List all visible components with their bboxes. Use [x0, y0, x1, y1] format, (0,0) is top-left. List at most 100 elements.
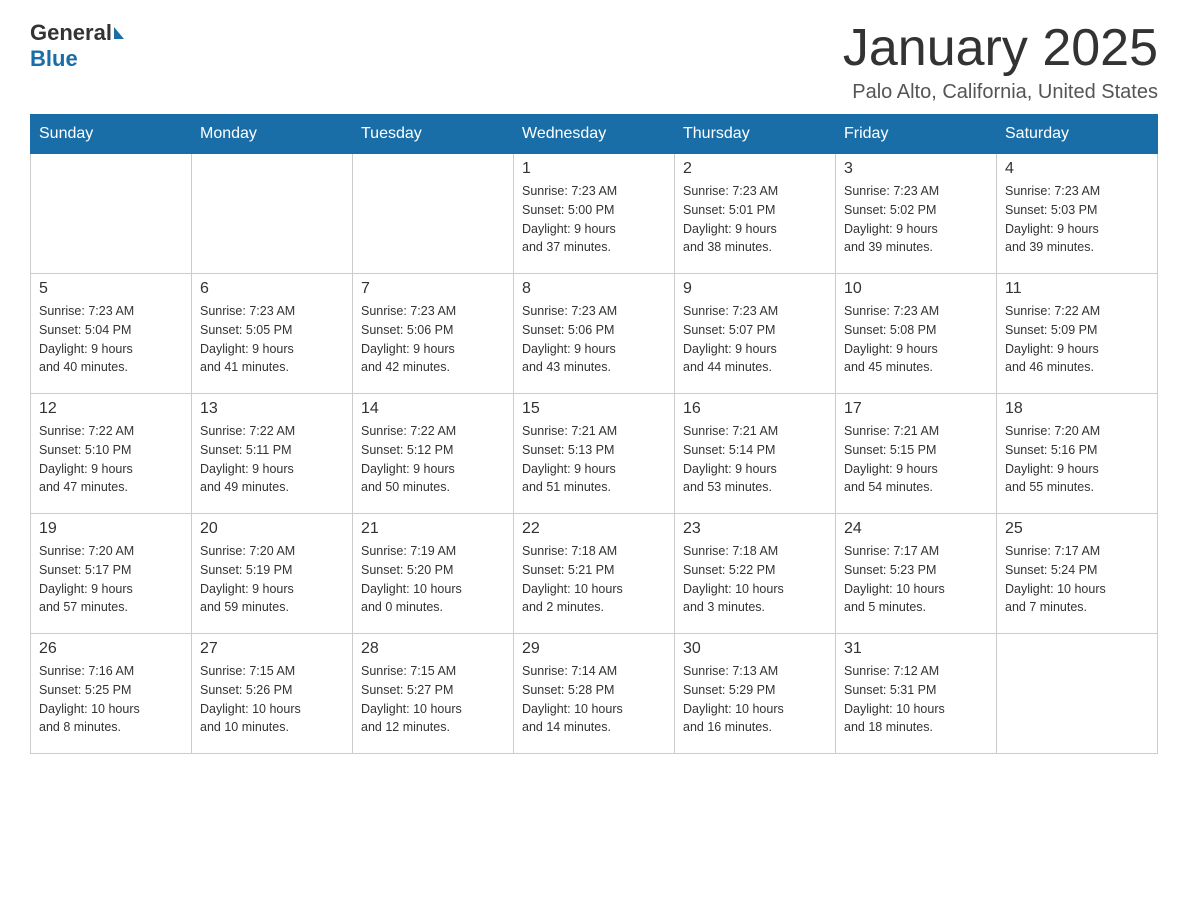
calendar-cell: 8 Sunrise: 7:23 AMSunset: 5:06 PMDaylight… — [514, 274, 675, 394]
day-info: Sunrise: 7:16 AMSunset: 5:25 PMDaylight:… — [39, 662, 183, 737]
calendar-cell: 23Sunrise: 7:18 AMSunset: 5:22 PMDayligh… — [675, 514, 836, 634]
day-number: 26 — [39, 640, 183, 658]
day-number: 15 — [522, 400, 666, 418]
day-info: Sunrise: 7:23 AMSunset: 5:08 PMDaylight:… — [844, 302, 988, 377]
calendar-cell: 14 Sunrise: 7:22 AMSunset: 5:12 PMDayligh… — [353, 394, 514, 514]
day-number: 4 — [1005, 160, 1149, 178]
weekday-header-friday: Friday — [836, 115, 997, 154]
calendar-week-3: 12 Sunrise: 7:22 AMSunset: 5:10 PMDayligh… — [31, 394, 1158, 514]
calendar-cell: 20 Sunrise: 7:20 AMSunset: 5:19 PMDayligh… — [192, 514, 353, 634]
weekday-header-thursday: Thursday — [675, 115, 836, 154]
calendar-header: SundayMondayTuesdayWednesdayThursdayFrid… — [31, 115, 1158, 154]
day-info: Sunrise: 7:12 AMSunset: 5:31 PMDaylight:… — [844, 662, 988, 737]
day-number: 18 — [1005, 400, 1149, 418]
calendar-cell: 12 Sunrise: 7:22 AMSunset: 5:10 PMDayligh… — [31, 394, 192, 514]
calendar-table: SundayMondayTuesdayWednesdayThursdayFrid… — [30, 114, 1158, 754]
day-number: 5 — [39, 280, 183, 298]
day-info: Sunrise: 7:21 AMSunset: 5:14 PMDaylight:… — [683, 422, 827, 497]
day-info: Sunrise: 7:15 AMSunset: 5:27 PMDaylight:… — [361, 662, 505, 737]
day-number: 21 — [361, 520, 505, 538]
calendar-cell: 3 Sunrise: 7:23 AMSunset: 5:02 PMDaylight… — [836, 154, 997, 274]
day-number: 27 — [200, 640, 344, 658]
weekday-header-sunday: Sunday — [31, 115, 192, 154]
day-number: 14 — [361, 400, 505, 418]
calendar-cell — [31, 154, 192, 274]
day-number: 1 — [522, 160, 666, 178]
day-number: 25 — [1005, 520, 1149, 538]
calendar-week-1: 1Sunrise: 7:23 AMSunset: 5:00 PMDaylight… — [31, 154, 1158, 274]
page-header: General Blue January 2025 Palo Alto, Cal… — [30, 20, 1158, 104]
day-info: Sunrise: 7:22 AMSunset: 5:12 PMDaylight:… — [361, 422, 505, 497]
calendar-cell: 17 Sunrise: 7:21 AMSunset: 5:15 PMDayligh… — [836, 394, 997, 514]
logo-blue-text: Blue — [30, 46, 78, 71]
day-number: 16 — [683, 400, 827, 418]
calendar-cell: 31 Sunrise: 7:12 AMSunset: 5:31 PMDayligh… — [836, 634, 997, 754]
calendar-cell: 2 Sunrise: 7:23 AMSunset: 5:01 PMDaylight… — [675, 154, 836, 274]
day-number: 12 — [39, 400, 183, 418]
calendar-cell: 24Sunrise: 7:17 AMSunset: 5:23 PMDayligh… — [836, 514, 997, 634]
day-info: Sunrise: 7:14 AMSunset: 5:28 PMDaylight:… — [522, 662, 666, 737]
calendar-cell: 28 Sunrise: 7:15 AMSunset: 5:27 PMDayligh… — [353, 634, 514, 754]
calendar-cell: 4 Sunrise: 7:23 AMSunset: 5:03 PMDaylight… — [997, 154, 1158, 274]
day-number: 29 — [522, 640, 666, 658]
day-number: 17 — [844, 400, 988, 418]
day-number: 30 — [683, 640, 827, 658]
day-number: 19 — [39, 520, 183, 538]
day-number: 13 — [200, 400, 344, 418]
calendar-cell: 25Sunrise: 7:17 AMSunset: 5:24 PMDayligh… — [997, 514, 1158, 634]
calendar-cell: 6Sunrise: 7:23 AMSunset: 5:05 PMDaylight… — [192, 274, 353, 394]
calendar-cell: 15Sunrise: 7:21 AMSunset: 5:13 PMDayligh… — [514, 394, 675, 514]
day-info: Sunrise: 7:23 AMSunset: 5:06 PMDaylight:… — [522, 302, 666, 377]
weekday-header-tuesday: Tuesday — [353, 115, 514, 154]
day-info: Sunrise: 7:22 AMSunset: 5:10 PMDaylight:… — [39, 422, 183, 497]
day-info: Sunrise: 7:23 AMSunset: 5:01 PMDaylight:… — [683, 182, 827, 257]
calendar-week-2: 5 Sunrise: 7:23 AMSunset: 5:04 PMDaylight… — [31, 274, 1158, 394]
day-info: Sunrise: 7:17 AMSunset: 5:23 PMDaylight:… — [844, 542, 988, 617]
day-info: Sunrise: 7:23 AMSunset: 5:06 PMDaylight:… — [361, 302, 505, 377]
month-title: January 2025 — [843, 20, 1158, 77]
day-info: Sunrise: 7:20 AMSunset: 5:19 PMDaylight:… — [200, 542, 344, 617]
calendar-cell: 10Sunrise: 7:23 AMSunset: 5:08 PMDayligh… — [836, 274, 997, 394]
calendar-cell: 9Sunrise: 7:23 AMSunset: 5:07 PMDaylight… — [675, 274, 836, 394]
calendar-cell: 18 Sunrise: 7:20 AMSunset: 5:16 PMDayligh… — [997, 394, 1158, 514]
calendar-cell: 5 Sunrise: 7:23 AMSunset: 5:04 PMDaylight… — [31, 274, 192, 394]
calendar-cell: 29 Sunrise: 7:14 AMSunset: 5:28 PMDayligh… — [514, 634, 675, 754]
logo[interactable]: General Blue — [30, 20, 126, 72]
weekday-header-wednesday: Wednesday — [514, 115, 675, 154]
calendar-cell: 26 Sunrise: 7:16 AMSunset: 5:25 PMDayligh… — [31, 634, 192, 754]
calendar-cell: 21Sunrise: 7:19 AMSunset: 5:20 PMDayligh… — [353, 514, 514, 634]
day-number: 11 — [1005, 280, 1149, 298]
day-number: 2 — [683, 160, 827, 178]
weekday-header-monday: Monday — [192, 115, 353, 154]
calendar-cell: 7Sunrise: 7:23 AMSunset: 5:06 PMDaylight… — [353, 274, 514, 394]
logo-arrow-icon — [114, 27, 124, 39]
day-info: Sunrise: 7:20 AMSunset: 5:17 PMDaylight:… — [39, 542, 183, 617]
day-number: 31 — [844, 640, 988, 658]
logo-general-text: General — [30, 20, 112, 46]
day-number: 3 — [844, 160, 988, 178]
day-info: Sunrise: 7:23 AMSunset: 5:04 PMDaylight:… — [39, 302, 183, 377]
day-number: 20 — [200, 520, 344, 538]
calendar-cell: 30Sunrise: 7:13 AMSunset: 5:29 PMDayligh… — [675, 634, 836, 754]
day-info: Sunrise: 7:22 AMSunset: 5:09 PMDaylight:… — [1005, 302, 1149, 377]
day-info: Sunrise: 7:23 AMSunset: 5:07 PMDaylight:… — [683, 302, 827, 377]
day-info: Sunrise: 7:23 AMSunset: 5:02 PMDaylight:… — [844, 182, 988, 257]
weekday-header-saturday: Saturday — [997, 115, 1158, 154]
day-info: Sunrise: 7:22 AMSunset: 5:11 PMDaylight:… — [200, 422, 344, 497]
day-number: 8 — [522, 280, 666, 298]
day-info: Sunrise: 7:15 AMSunset: 5:26 PMDaylight:… — [200, 662, 344, 737]
calendar-week-4: 19 Sunrise: 7:20 AMSunset: 5:17 PMDayligh… — [31, 514, 1158, 634]
day-info: Sunrise: 7:23 AMSunset: 5:03 PMDaylight:… — [1005, 182, 1149, 257]
calendar-cell: 1Sunrise: 7:23 AMSunset: 5:00 PMDaylight… — [514, 154, 675, 274]
calendar-week-5: 26 Sunrise: 7:16 AMSunset: 5:25 PMDayligh… — [31, 634, 1158, 754]
day-info: Sunrise: 7:23 AMSunset: 5:05 PMDaylight:… — [200, 302, 344, 377]
calendar-cell: 13 Sunrise: 7:22 AMSunset: 5:11 PMDayligh… — [192, 394, 353, 514]
day-info: Sunrise: 7:20 AMSunset: 5:16 PMDaylight:… — [1005, 422, 1149, 497]
day-info: Sunrise: 7:18 AMSunset: 5:21 PMDaylight:… — [522, 542, 666, 617]
day-number: 28 — [361, 640, 505, 658]
title-section: January 2025 Palo Alto, California, Unit… — [843, 20, 1158, 104]
calendar-cell: 22Sunrise: 7:18 AMSunset: 5:21 PMDayligh… — [514, 514, 675, 634]
calendar-cell: 19 Sunrise: 7:20 AMSunset: 5:17 PMDayligh… — [31, 514, 192, 634]
day-number: 23 — [683, 520, 827, 538]
day-info: Sunrise: 7:21 AMSunset: 5:15 PMDaylight:… — [844, 422, 988, 497]
